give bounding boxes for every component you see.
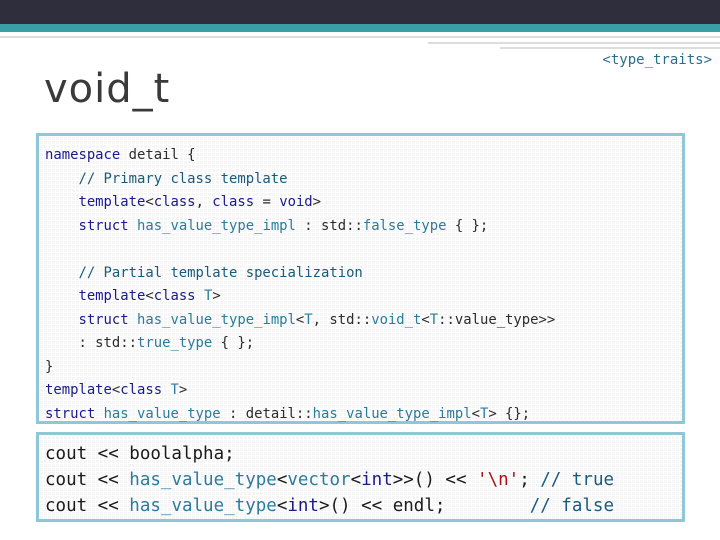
code-token: struct bbox=[78, 217, 129, 234]
usage-token: < bbox=[276, 496, 288, 516]
code-token: struct bbox=[78, 311, 129, 328]
code-token: > bbox=[212, 288, 221, 304]
code-line: struct has_value_type : detail::has_valu… bbox=[45, 403, 555, 427]
usage-token: '\n' bbox=[477, 470, 520, 490]
usage-token: < bbox=[350, 470, 362, 490]
code-token: = bbox=[254, 194, 280, 210]
code-token: void bbox=[279, 194, 313, 210]
code-token: namespace bbox=[45, 147, 121, 163]
slide-title: void_t bbox=[44, 66, 171, 112]
code-token: < bbox=[471, 405, 480, 422]
code-token: { }; bbox=[446, 217, 489, 234]
usage-token: >() << endl; bbox=[318, 496, 530, 516]
usage-listing: cout << boolalpha; cout << has_value_type… bbox=[45, 441, 614, 519]
code-line: // Primary class template bbox=[45, 168, 555, 192]
code-token: > {}; bbox=[488, 405, 531, 422]
code-token: // Primary class template bbox=[78, 170, 288, 187]
code-token: T bbox=[170, 382, 179, 398]
code-line: namespace detail { bbox=[45, 144, 555, 168]
usage-token: >>() << bbox=[392, 470, 478, 490]
code-token: < bbox=[421, 311, 430, 328]
usage-token: < bbox=[276, 470, 288, 490]
code-token: T bbox=[304, 311, 313, 328]
code-token: , std:: bbox=[312, 311, 372, 328]
code-token: < bbox=[145, 288, 154, 304]
code-token: false_type bbox=[362, 217, 447, 234]
code-line: template<class T> bbox=[45, 379, 555, 403]
code-listing: namespace detail { // Primary class temp… bbox=[45, 144, 555, 426]
code-token: > bbox=[178, 382, 188, 398]
code-token: class bbox=[212, 194, 255, 210]
usage-token: cout << bbox=[45, 496, 130, 516]
code-token: template bbox=[78, 288, 146, 304]
code-line: template<class, class = void> bbox=[45, 191, 555, 215]
code-token: > bbox=[312, 194, 322, 210]
code-token: template bbox=[78, 194, 146, 210]
code-token: struct bbox=[45, 405, 96, 422]
code-token: detail { bbox=[120, 147, 196, 163]
code-token: : std:: bbox=[45, 335, 137, 351]
usage-token: int bbox=[287, 496, 319, 516]
header-tag: <type_traits> bbox=[602, 52, 712, 68]
code-line: template<class T> bbox=[45, 285, 555, 309]
code-token: true_type bbox=[137, 335, 213, 351]
usage-token: // false bbox=[529, 496, 614, 516]
usage-code-block: cout << boolalpha; cout << has_value_type… bbox=[36, 432, 685, 522]
code-line: // Partial template specialization bbox=[45, 262, 555, 286]
code-token: has_value_type bbox=[103, 405, 221, 422]
code-line: } bbox=[45, 356, 555, 380]
code-line: struct has_value_type_impl : std::false_… bbox=[45, 215, 555, 239]
code-token: class bbox=[153, 288, 196, 304]
usage-token: cout << boolalpha; bbox=[45, 444, 235, 464]
code-token: < bbox=[145, 194, 154, 210]
usage-token: has_value_type bbox=[129, 470, 277, 490]
usage-token: cout << bbox=[45, 470, 130, 490]
code-token: , bbox=[195, 194, 213, 210]
usage-line: cout << has_value_type<int>() << endl; /… bbox=[45, 493, 614, 519]
usage-token: int bbox=[361, 470, 393, 490]
code-token: { }; bbox=[212, 335, 255, 351]
code-token: class bbox=[120, 382, 163, 398]
code-token: template bbox=[45, 382, 112, 398]
code-line: : std::true_type { }; bbox=[45, 332, 555, 356]
code-token: : std:: bbox=[295, 217, 363, 234]
code-line: struct has_value_type_impl<T, std::void_… bbox=[45, 309, 555, 333]
decorative-stripe bbox=[428, 42, 720, 44]
code-token: : detail:: bbox=[220, 405, 313, 422]
code-token: has_value_type_impl bbox=[137, 311, 296, 328]
code-token: // Partial template specialization bbox=[78, 264, 363, 281]
usage-token: // true bbox=[540, 470, 615, 490]
code-token: has_value_type_impl bbox=[137, 217, 296, 234]
usage-line: cout << has_value_type<vector<int>>() <<… bbox=[45, 467, 614, 493]
decorative-stripe bbox=[0, 36, 720, 38]
code-token: class bbox=[153, 194, 196, 210]
code-token: has_value_type_impl bbox=[312, 405, 472, 422]
decorative-stripe bbox=[500, 47, 720, 49]
usage-token: has_value_type bbox=[129, 496, 277, 516]
code-token: } bbox=[45, 358, 54, 375]
usage-token: ; bbox=[519, 470, 541, 490]
top-accent-bar bbox=[0, 24, 720, 32]
code-token: ::value_type>> bbox=[438, 311, 556, 328]
code-token: T bbox=[429, 311, 439, 328]
code-token: void_t bbox=[371, 311, 422, 328]
top-bar bbox=[0, 0, 720, 24]
code-block: namespace detail { // Primary class temp… bbox=[36, 133, 685, 424]
usage-line: cout << boolalpha; bbox=[45, 441, 614, 467]
usage-token: vector bbox=[287, 470, 351, 490]
